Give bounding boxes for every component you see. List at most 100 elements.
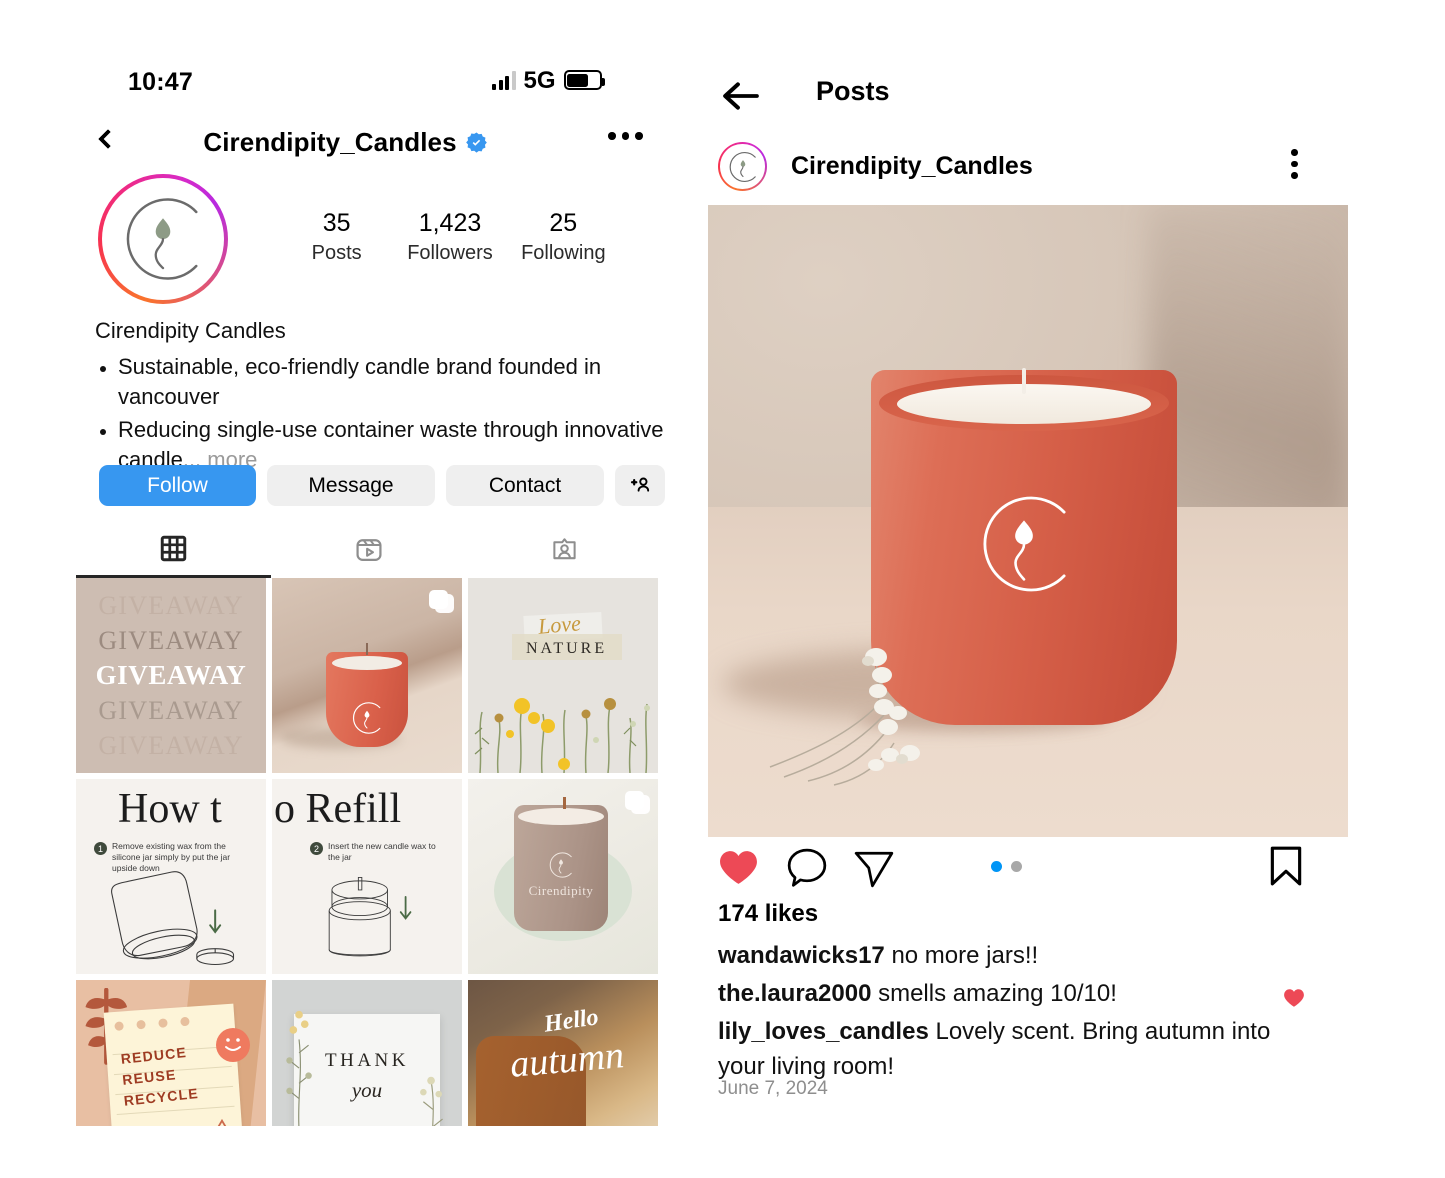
comment-row: lily_loves_candles Lovely scent. Bring a… (718, 1014, 1298, 1084)
grid-item-terracotta-candle[interactable] (272, 578, 462, 773)
refill-step: 2 Insert the new candle wax to the jar (310, 841, 448, 863)
candle-logo-avatar (722, 146, 763, 187)
comment-text: no more jars!! (891, 942, 1039, 969)
arrow-left-icon (723, 82, 759, 110)
post-navbar: Posts (690, 76, 1445, 120)
bio-line: Sustainable, eco-friendly candle brand f… (118, 352, 673, 412)
tab-reels[interactable] (271, 527, 466, 578)
network-label: 5G (523, 67, 556, 94)
dried-flower-left (286, 1010, 312, 1126)
tab-grid[interactable] (76, 527, 272, 578)
stat-followers[interactable]: 1,423 Followers (393, 208, 506, 266)
you-text: you (351, 1078, 383, 1102)
more-options-icon[interactable] (608, 132, 643, 140)
post-detail-screen: Posts Cirendipity_Candles 174 likes wand… (690, 0, 1445, 1178)
giveaway-text: GIVEAWAY (95, 660, 247, 690)
step-number: 1 (94, 842, 107, 855)
profile-username: Cirendipity_Candles (203, 127, 457, 157)
carousel-dot[interactable] (1011, 861, 1022, 872)
status-time: 10:47 (128, 68, 193, 96)
grid-icon (160, 535, 187, 562)
multi-photo-icon (429, 590, 454, 613)
back-button[interactable] (718, 78, 762, 116)
status-bar: 10:47 5G (0, 68, 690, 108)
profile-bio: Sustainable, eco-friendly candle brand f… (118, 352, 673, 478)
kebab-menu-icon[interactable] (1291, 149, 1298, 179)
grid-item-thank-you[interactable]: THANK you (272, 980, 462, 1126)
candle-logo-avatar (106, 182, 220, 296)
step-text: Insert the new candle wax to the jar (328, 841, 436, 862)
post-action-bar (690, 845, 1445, 891)
thank-text: THANK (325, 1050, 409, 1071)
post-owner-username[interactable]: Cirendipity_Candles (791, 152, 1033, 181)
profile-stats: 35 Posts 1,423 Followers 25 Following (280, 208, 620, 266)
grid-item-hello-autumn[interactable]: Hello autumn (468, 980, 658, 1126)
multi-photo-icon (625, 791, 650, 814)
grid-item-giveaway[interactable]: GIVEAWAY GIVEAWAY GIVEAWAY GIVEAWAY GIVE… (76, 578, 266, 773)
comments-list: wandawicks17 no more jars!! the.laura200… (718, 938, 1304, 1087)
comment-text: smells amazing 10/10! (878, 980, 1117, 1007)
comment-username[interactable]: lily_loves_candles (718, 1018, 929, 1045)
sticky-note: REDUCE REUSE RECYCLE (103, 1003, 243, 1126)
grid-item-how-to-refill-left[interactable]: How t 1 Remove existing wax from the sil… (76, 779, 266, 974)
autumn-text: autumn (508, 1034, 626, 1086)
hello-text: Hello (542, 1004, 601, 1038)
carousel-dot-active[interactable] (991, 861, 1002, 872)
giveaway-text: GIVEAWAY (98, 696, 244, 725)
post-owner-row: Cirendipity_Candles (690, 142, 1445, 192)
signal-bars-icon (492, 71, 516, 90)
dried-gypsophila-sprig (769, 648, 920, 786)
posts-count: 35 (322, 209, 351, 237)
post-date: June 7, 2024 (718, 1078, 828, 1099)
profile-post-grid: GIVEAWAY GIVEAWAY GIVEAWAY GIVEAWAY GIVE… (76, 578, 662, 1126)
followers-count: 1,423 (418, 209, 482, 237)
refill-title-part: o Refill (274, 786, 402, 832)
followers-label: Followers (407, 242, 493, 264)
giveaway-text: GIVEAWAY (98, 626, 244, 655)
posts-label: Posts (311, 242, 362, 264)
bio-line-text: Sustainable, eco-friendly candle brand f… (118, 354, 602, 409)
profile-avatar-story-ring[interactable] (98, 174, 228, 304)
grid-item-taupe-candle[interactable]: Cirendipity (468, 779, 658, 974)
refill-title-part: How t (118, 786, 222, 832)
message-button[interactable]: Message (267, 465, 435, 506)
brand-text: Cirendipity (528, 883, 594, 898)
candle-logo-mark (347, 698, 387, 743)
carousel-indicator (991, 861, 1022, 872)
profile-action-buttons: Follow Message Contact (99, 465, 665, 506)
page-title: Cirendipity_Candles (0, 127, 690, 158)
contact-button[interactable]: Contact (446, 465, 604, 506)
post-photo[interactable] (708, 205, 1348, 837)
refill-step1-diagram (111, 871, 235, 966)
comment-username[interactable]: wandawicks17 (718, 942, 885, 969)
stat-following[interactable]: 25 Following (507, 208, 620, 266)
grid-item-love-nature[interactable]: Love NATURE (468, 578, 658, 773)
status-indicators: 5G (492, 67, 605, 94)
post-page-title: Posts (816, 76, 890, 106)
wildflowers-illustration (474, 698, 650, 773)
save-button[interactable] (1268, 845, 1304, 892)
comment-button[interactable] (786, 847, 828, 894)
share-button[interactable] (853, 849, 895, 894)
follow-button[interactable]: Follow (99, 465, 256, 506)
grid-item-reduce-reuse-recycle[interactable]: REDUCE REUSE RECYCLE (76, 980, 266, 1126)
profile-screen: 10:47 5G Cirendipity_Candles 35 Posts 1,… (0, 0, 690, 1178)
grid-item-how-to-refill-right[interactable]: o Refill 2 Insert the new candle wax to … (272, 779, 462, 974)
reels-icon (356, 538, 382, 561)
comment-username[interactable]: the.laura2000 (718, 980, 871, 1007)
profile-navbar: Cirendipity_Candles (0, 124, 690, 168)
stat-posts[interactable]: 35 Posts (280, 208, 393, 266)
add-person-icon (630, 477, 649, 492)
comment-like-icon[interactable] (1283, 983, 1305, 1018)
love-script-text: Love (536, 610, 582, 639)
add-person-button[interactable] (615, 465, 665, 506)
like-button[interactable] (718, 849, 759, 891)
profile-display-name: Cirendipity Candles (95, 318, 286, 343)
step-number: 2 (310, 842, 323, 855)
share-icon (854, 851, 894, 888)
tab-tagged[interactable] (467, 527, 662, 578)
following-count: 25 (549, 209, 578, 237)
following-label: Following (521, 242, 606, 264)
verified-badge-icon (465, 132, 487, 153)
post-owner-avatar[interactable] (718, 142, 767, 191)
